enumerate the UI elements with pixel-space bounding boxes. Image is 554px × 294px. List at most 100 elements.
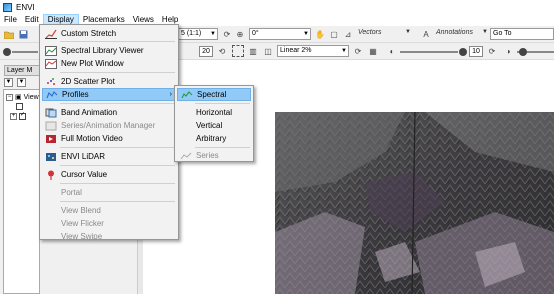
annotations-dropdown-icon[interactable]: ▼ [482, 29, 488, 35]
layer-manager-tab[interactable]: Layer M [4, 65, 40, 76]
open-folder-icon[interactable] [3, 28, 15, 40]
submenu-item-horizontal[interactable]: Horizontal [177, 106, 251, 119]
menu-item-band-animation[interactable]: Band Animation [42, 106, 176, 119]
expand-icon[interactable]: ▼ [17, 78, 26, 87]
menu-item-spectral-library-viewer[interactable]: Spectral Library Viewer [42, 44, 176, 57]
submenu-item-series: Series [177, 149, 251, 162]
value-field-20[interactable]: 20 [199, 46, 213, 57]
series-profile-icon [179, 150, 193, 161]
collapse-icon[interactable]: ▼ [4, 78, 13, 87]
menu-separator [60, 147, 175, 148]
tree-expand-icon[interactable]: − [6, 93, 13, 101]
series-manager-icon [44, 120, 58, 131]
view-blend-icon [44, 205, 58, 216]
band-animation-icon [44, 107, 58, 118]
menu-item-portal: Portal [42, 186, 176, 199]
horizontal-profile-icon [179, 107, 193, 118]
layer-tree: − ▣ View + [3, 89, 40, 294]
refresh-icon[interactable]: ⟲ [216, 45, 228, 57]
tree-row-view[interactable]: − ▣ View [6, 93, 39, 101]
rotate-icon[interactable]: ⟳ [221, 28, 233, 40]
sharpen-slider-knob[interactable] [519, 48, 527, 56]
satellite-image[interactable] [275, 112, 554, 294]
scatter-plot-icon [44, 76, 58, 87]
tree-row-layer[interactable] [16, 103, 23, 110]
spectral-profile-icon [180, 89, 194, 100]
brightness-slider-track[interactable] [12, 51, 38, 53]
window-title: ENVI [16, 2, 35, 12]
chevron-down-icon: ▼ [303, 31, 309, 37]
profiles-submenu: Spectral Horizontal Vertical Arbitrary S… [174, 85, 254, 162]
menu-separator [60, 183, 175, 184]
image-layer-checkbox[interactable] [19, 113, 26, 120]
chart-icon[interactable]: ◫ [262, 45, 274, 57]
cursor-value-icon [44, 169, 58, 180]
menu-item-full-motion-video[interactable]: Full Motion Video [42, 132, 176, 145]
menu-item-custom-stretch[interactable]: Custom Stretch [42, 27, 176, 40]
rotation-value: 0° [252, 30, 259, 37]
chevron-down-icon: ▼ [341, 48, 347, 54]
layer-manager-panel: Layer M ▼ ▼ − ▣ View + [0, 60, 40, 294]
menu-separator [60, 165, 175, 166]
crosshair-icon[interactable]: ⊕ [234, 28, 246, 40]
submenu-item-arbitrary[interactable]: Arbitrary [177, 132, 251, 145]
menu-item-new-plot-window[interactable]: New Plot Window [42, 57, 176, 70]
sharpen-icon[interactable]: ◑ [502, 45, 514, 57]
menu-item-view-blend: View Blend [42, 204, 176, 217]
pan-icon[interactable]: ✋ [314, 28, 326, 40]
zoom-scale-value: 5 (1:1) [181, 30, 202, 37]
contrast-icon[interactable]: ◐ [386, 45, 398, 57]
menu-item-cursor-value[interactable]: Cursor Value [42, 168, 176, 181]
zoom-scale-combo[interactable]: 5 (1:1) ▼ [178, 28, 218, 40]
annotations-button[interactable]: Annotations [436, 29, 473, 36]
menu-separator [195, 103, 250, 104]
tree-expand-icon[interactable]: + [10, 113, 17, 120]
submenu-item-vertical[interactable]: Vertical [177, 119, 251, 132]
layer-checkbox[interactable] [16, 103, 23, 110]
tree-row-image[interactable]: + [10, 113, 26, 120]
menu-file[interactable]: File [0, 14, 21, 26]
envi-app-icon [3, 2, 12, 12]
menu-item-2d-scatter-plot[interactable]: 2D Scatter Plot [42, 75, 176, 88]
brightness-slider-knob[interactable] [3, 48, 11, 56]
menu-separator [60, 201, 175, 202]
refresh-stretch-icon[interactable]: ⟳ [352, 45, 364, 57]
view-swipe-icon [44, 231, 58, 242]
menu-separator [195, 147, 250, 148]
arbitrary-profile-icon [179, 133, 193, 144]
vectors-dropdown-icon[interactable]: ▼ [405, 29, 411, 35]
goto-field[interactable]: Go To [490, 28, 554, 40]
plot-window-icon [44, 58, 58, 69]
view-icon: ▣ [15, 94, 22, 101]
select-icon[interactable]: ▢ [328, 28, 340, 40]
view-flicker-icon [44, 218, 58, 229]
profiles-icon [45, 89, 59, 100]
value-field-10[interactable]: 10 [469, 46, 483, 57]
annotation-icon[interactable]: A [420, 28, 432, 40]
menu-separator [60, 72, 175, 73]
histogram-icon[interactable]: ▥ [247, 45, 259, 57]
vectors-button[interactable]: Vectors [358, 29, 381, 36]
contrast-slider-knob[interactable] [459, 48, 467, 56]
menu-item-profiles[interactable]: Profiles › [42, 88, 176, 101]
display-menu: Custom Stretch Spectral Library Viewer N… [39, 24, 179, 243]
stretch-icon [44, 28, 58, 39]
spectral-library-icon [44, 45, 58, 56]
title-bar: ENVI [0, 0, 554, 14]
refresh-contrast-icon[interactable]: ⟳ [486, 45, 498, 57]
stretch-type-combo[interactable]: Linear 2% ▼ [277, 45, 349, 57]
region-select-icon[interactable] [232, 45, 244, 57]
submenu-item-spectral[interactable]: Spectral [177, 88, 251, 101]
menu-item-series-animation-manager: Series/Animation Manager [42, 119, 176, 132]
menu-item-view-swipe: View Swipe [42, 230, 176, 243]
grid-icon[interactable]: ▦ [367, 45, 379, 57]
contrast-slider-track[interactable] [400, 51, 458, 53]
chevron-down-icon: ▼ [210, 31, 216, 37]
save-icon[interactable] [17, 28, 29, 40]
goto-value: Go To [493, 30, 512, 37]
menu-item-envi-lidar[interactable]: ENVI LiDAR [42, 150, 176, 163]
stretch-type-value: Linear 2% [280, 47, 312, 54]
lidar-icon [44, 151, 58, 162]
rotation-combo[interactable]: 0° ▼ [249, 28, 311, 40]
measure-icon[interactable]: ⊿ [342, 28, 354, 40]
